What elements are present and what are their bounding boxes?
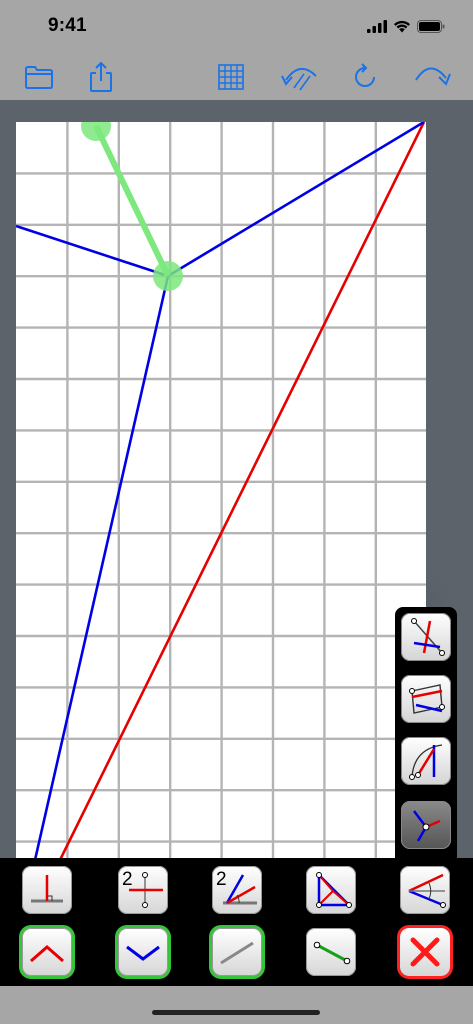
segment-icon bbox=[313, 941, 351, 965]
signal-icon bbox=[367, 19, 387, 33]
perpendicular-tool-icon bbox=[411, 618, 445, 656]
angle-reflect-button[interactable] bbox=[400, 866, 450, 914]
green-handle-line[interactable] bbox=[93, 124, 171, 278]
bisect-button[interactable]: 2 bbox=[118, 866, 168, 914]
triangle-icon bbox=[316, 871, 353, 908]
wifi-icon bbox=[394, 20, 410, 32]
parallel-tool-button[interactable] bbox=[401, 675, 451, 723]
grid-toggle-button[interactable] bbox=[212, 58, 250, 96]
angle-from-edge-tool-icon bbox=[409, 744, 443, 780]
angle-from-edge-tool-button[interactable] bbox=[401, 737, 451, 785]
segment-button[interactable] bbox=[306, 928, 356, 976]
perpendicular-tool-button[interactable] bbox=[401, 613, 451, 661]
share-button[interactable] bbox=[82, 58, 120, 96]
auxiliary-line-button[interactable] bbox=[212, 928, 262, 976]
triangle-button[interactable] bbox=[306, 866, 356, 914]
paper[interactable] bbox=[16, 122, 426, 860]
green-handle-point[interactable] bbox=[153, 261, 183, 291]
undo-icon bbox=[281, 68, 317, 91]
home-indicator[interactable] bbox=[152, 1010, 320, 1015]
bottom-tool-panel: 2 2 bbox=[0, 858, 473, 986]
mountain-fold-icon bbox=[30, 945, 64, 963]
parallel-tool-icon bbox=[409, 684, 445, 714]
three-lines-tool-button[interactable] bbox=[401, 801, 451, 849]
auxiliary-line-icon bbox=[220, 941, 254, 965]
refresh-button[interactable] bbox=[346, 58, 384, 96]
grid-lines bbox=[16, 122, 426, 860]
share-icon bbox=[90, 61, 112, 92]
folder-icon bbox=[25, 66, 53, 89]
mountain-fold-button[interactable] bbox=[22, 928, 72, 976]
battery-icon bbox=[417, 19, 445, 33]
valley-fold-button[interactable] bbox=[118, 928, 168, 976]
angle-bisect-label: 2 bbox=[216, 869, 227, 890]
redo-button[interactable] bbox=[410, 58, 454, 96]
perpendicular-line-button[interactable] bbox=[22, 866, 72, 914]
status-bar: 9:41 bbox=[0, 0, 473, 52]
valley-fold-icon bbox=[126, 945, 160, 961]
refresh-icon bbox=[355, 63, 375, 87]
side-tool-panel bbox=[395, 607, 457, 862]
toolbar bbox=[0, 52, 473, 100]
redo-icon bbox=[415, 67, 451, 86]
folder-button[interactable] bbox=[20, 58, 58, 96]
angle-reflect-icon bbox=[408, 873, 446, 908]
delete-icon bbox=[410, 937, 440, 967]
undo-fold-button[interactable] bbox=[278, 58, 322, 96]
grid-icon bbox=[218, 64, 244, 90]
delete-button[interactable] bbox=[400, 928, 450, 976]
green-handle-point-top[interactable] bbox=[81, 122, 111, 141]
three-lines-tool-icon bbox=[413, 810, 441, 842]
bisect-label: 2 bbox=[122, 869, 133, 890]
perpendicular-line-icon bbox=[31, 875, 63, 903]
home-bar-area bbox=[0, 986, 473, 1024]
blue-crease-line-3[interactable] bbox=[33, 275, 170, 860]
status-icons bbox=[367, 16, 445, 36]
angle-bisect-button[interactable]: 2 bbox=[212, 866, 262, 914]
status-time: 9:41 bbox=[48, 15, 87, 36]
paper-drawing[interactable] bbox=[16, 122, 426, 860]
